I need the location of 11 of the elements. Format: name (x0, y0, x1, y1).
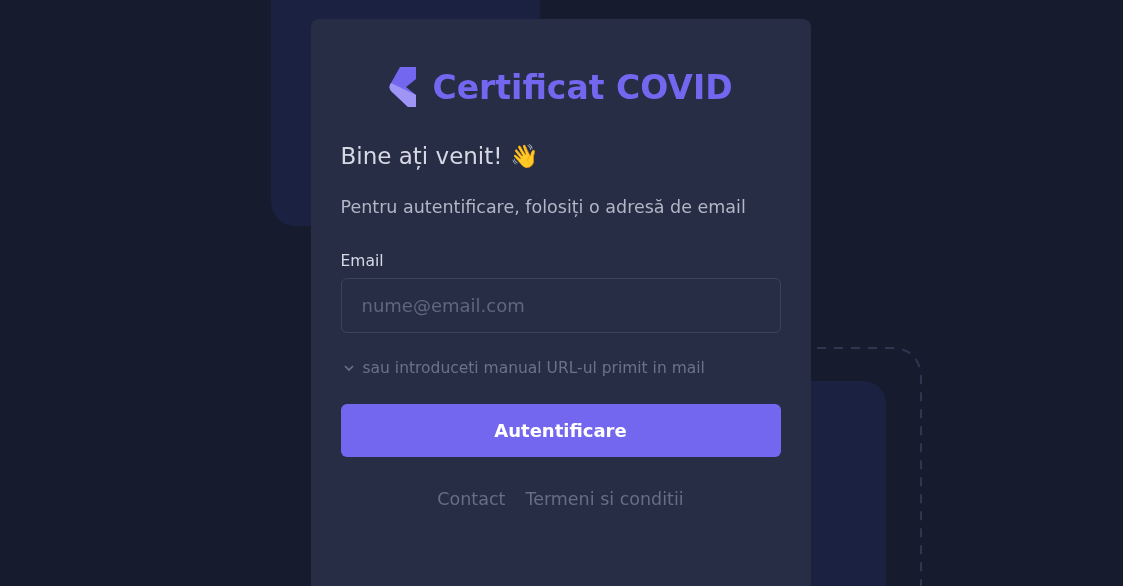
footer-link[interactable]: Contact (437, 489, 506, 509)
welcome-heading: Bine ați venit! 👋 (340, 143, 540, 170)
email-label: Email (340, 252, 385, 270)
login-description: Pentru autentificare, folosiți o adresă de email (340, 196, 747, 219)
app-title: Certificat COVID (432, 67, 733, 107)
email-field[interactable]: nume@email.com (340, 278, 781, 333)
login-button[interactable]: Autentificare (340, 404, 781, 457)
logo-icon (388, 67, 419, 107)
chevron-icon (342, 362, 355, 374)
manual-url-toggle[interactable]: sau introduceti manual URL-ul primit in mail (342, 359, 781, 377)
footer-link[interactable]: Termeni si conditii (525, 489, 684, 509)
